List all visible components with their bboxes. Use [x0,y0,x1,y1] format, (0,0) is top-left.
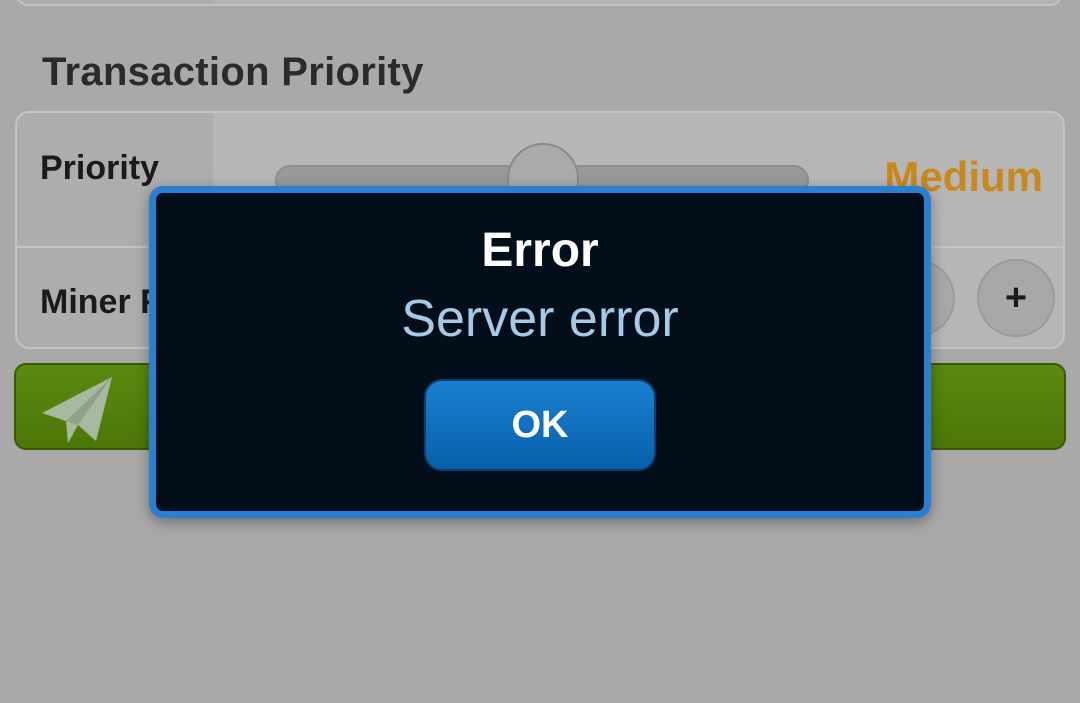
previous-card [15,0,1063,6]
section-title: Transaction Priority [42,50,424,94]
previous-card-label-column [17,0,213,4]
dialog-title: Error [481,224,599,277]
ok-button[interactable]: OK [424,379,656,471]
priority-label: Priority [40,149,160,187]
miner-fee-label: Miner F [40,283,161,321]
paper-plane-icon [42,377,112,443]
dialog-message: Server error [401,290,679,348]
error-dialog: Error Server error OK [149,186,931,518]
increase-fee-button[interactable]: + [977,259,1055,337]
